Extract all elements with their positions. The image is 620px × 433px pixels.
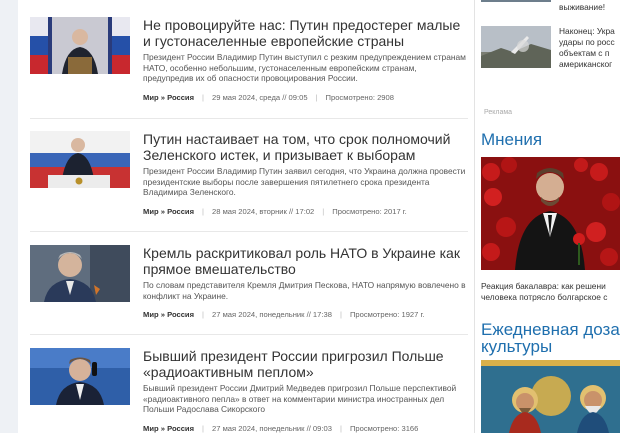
article-thumbnail[interactable] bbox=[30, 245, 130, 302]
article-thumbnail[interactable] bbox=[30, 348, 130, 405]
article-meta: Мир » Россия | 27 мая 2024, понедельник //… bbox=[143, 310, 425, 319]
article-date: 27 мая 2024, понедельник // 17:38 bbox=[212, 310, 332, 319]
article-date: 27 мая 2024, понедельник // 09:03 bbox=[212, 424, 332, 433]
article-thumbnail[interactable] bbox=[30, 131, 130, 188]
article-meta: Мир » Россия | 27 мая 2024, понедельник //… bbox=[143, 424, 419, 433]
article-category[interactable]: Мир » Россия bbox=[143, 424, 194, 433]
culture-image[interactable] bbox=[481, 360, 620, 433]
article-date: 28 мая 2024, вторник // 17:02 bbox=[212, 207, 315, 216]
article-title[interactable]: Путин настаивает на том, что срок полном… bbox=[143, 131, 468, 163]
article-category[interactable]: Мир » Россия bbox=[143, 310, 194, 319]
opinion-image[interactable] bbox=[481, 157, 620, 270]
article-thumbnail[interactable] bbox=[30, 17, 130, 74]
article-views: Просмотрено: 3166 bbox=[349, 424, 419, 433]
sidebar-news-text-top[interactable]: выживание! bbox=[559, 2, 620, 13]
sidebar: выживание! Наконец: Укра удары по росс о… bbox=[475, 0, 620, 433]
article-lead: Президент России Владимир Путин заявил с… bbox=[143, 166, 466, 198]
article-title[interactable]: Бывший президент России пригрозил Польше… bbox=[143, 348, 468, 380]
article-lead: Бывший президент России Дмитрий Медведев… bbox=[143, 383, 457, 415]
opinion-caption[interactable]: Реакция бакалавра: как решени человека п… bbox=[481, 281, 620, 303]
article-divider bbox=[30, 231, 468, 232]
article-views: Просмотрено: 1927 г. bbox=[349, 310, 425, 319]
article-title[interactable]: Не провоцируйте нас: Путин предостерег м… bbox=[143, 17, 468, 49]
article-views: Просмотрено: 2908 bbox=[325, 93, 394, 102]
ad-label: Реклама bbox=[484, 109, 513, 116]
article-views: Просмотрено: 2017 г. bbox=[332, 207, 407, 216]
article-meta: Мир » Россия | 28 мая 2024, вторник // 17:… bbox=[143, 207, 407, 216]
article-lead: Президент России Владимир Путин выступил… bbox=[143, 52, 466, 84]
article-lead: По словам представителя Кремля Дмитрия П… bbox=[143, 280, 466, 301]
article-date: 29 мая 2024, среда // 09:05 bbox=[212, 93, 308, 102]
culture-heading[interactable]: Ежедневная доза культуры bbox=[481, 321, 620, 355]
article-divider bbox=[30, 334, 468, 335]
article-feed: Не провоцируйте нас: Путин предостерег м… bbox=[18, 0, 474, 433]
left-gutter bbox=[0, 0, 18, 433]
article-category[interactable]: Мир » Россия bbox=[143, 93, 194, 102]
article-category[interactable]: Мир » Россия bbox=[143, 207, 194, 216]
article-title[interactable]: Кремль раскритиковал роль НАТО в Украине… bbox=[143, 245, 468, 277]
sidebar-news-headline[interactable]: Наконец: Укра удары по росс объектам с п… bbox=[559, 26, 620, 70]
opinions-heading[interactable]: Мнения bbox=[481, 131, 542, 149]
article-divider bbox=[30, 118, 468, 119]
article-meta: Мир » Россия | 29 мая 2024, среда // 09:05… bbox=[143, 93, 394, 102]
sidebar-news-thumbnail[interactable] bbox=[481, 26, 551, 68]
sidebar-thumbnail-top[interactable] bbox=[481, 0, 551, 2]
